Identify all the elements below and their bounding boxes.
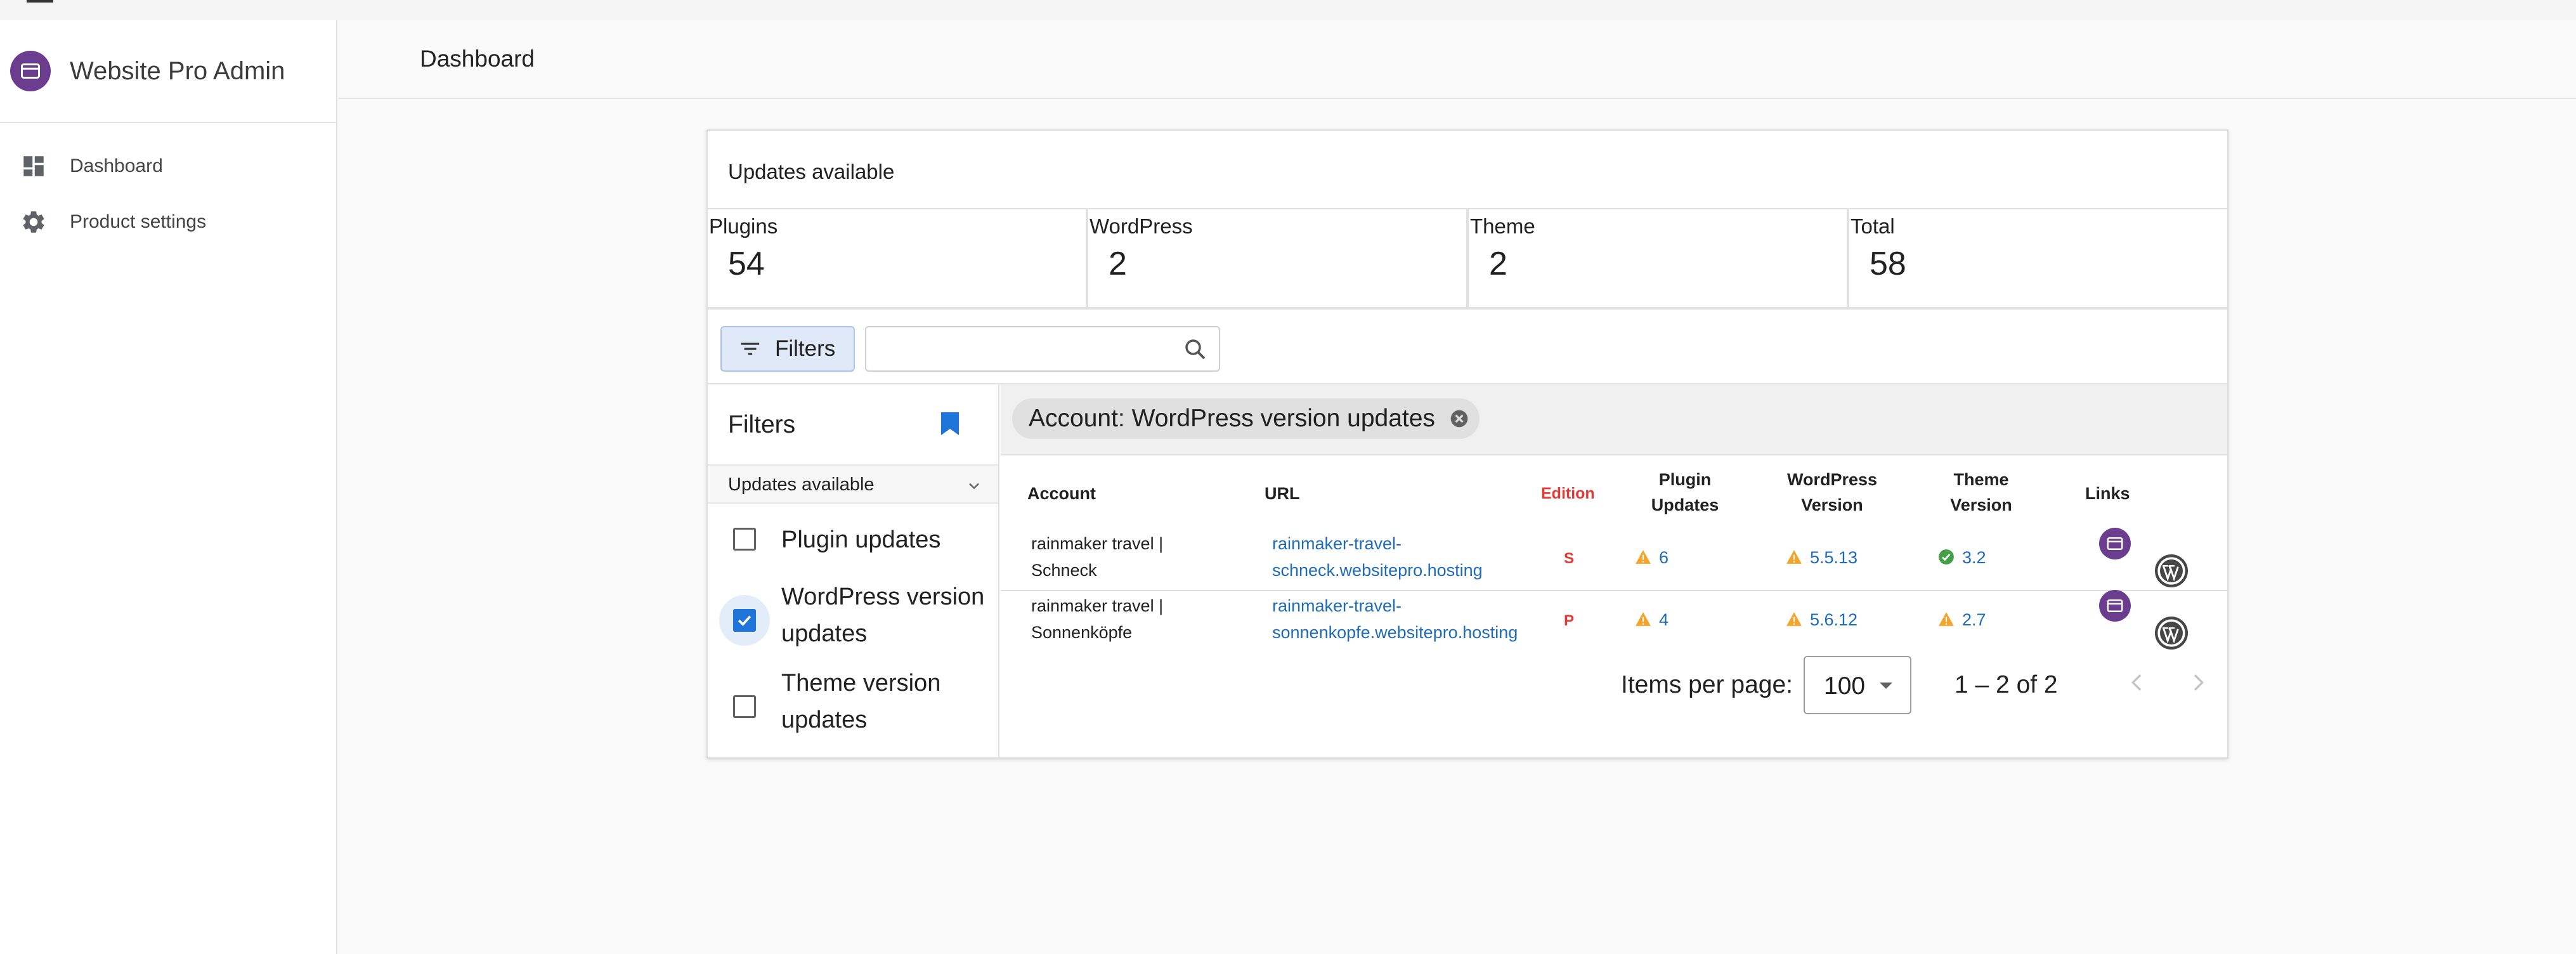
dropdown-caret-icon	[1880, 683, 1892, 689]
items-per-page-label: Items per page:	[1621, 671, 1793, 698]
cell-account: rainmaker travel | Sonnenköpfe	[1031, 596, 1164, 642]
cell-theme-version[interactable]: 3.2	[1938, 544, 1986, 571]
warning-icon	[1636, 612, 1651, 626]
stat-label: Theme	[1470, 214, 1535, 238]
checkbox[interactable]	[733, 695, 756, 718]
page-title: Dashboard	[420, 46, 535, 72]
wordpress-link-icon[interactable]	[2155, 554, 2188, 587]
filter-icon	[741, 343, 760, 355]
website-pro-link-icon[interactable]	[2099, 590, 2131, 622]
theme-version-value: 3.2	[1962, 548, 1986, 567]
brand: Website Pro Admin	[0, 20, 336, 123]
cell-plugin-updates[interactable]: 6	[1635, 544, 1669, 571]
warning-icon	[1786, 612, 1802, 626]
cell-wordpress-version[interactable]: 5.5.13	[1786, 544, 1857, 571]
filter-section-header[interactable]: Updates available	[708, 464, 998, 504]
chevron-down-icon	[969, 483, 979, 490]
stat-label: Plugins	[709, 214, 778, 238]
wordpress-link-icon[interactable]	[2155, 617, 2188, 650]
card-title: Updates available	[728, 160, 895, 183]
column-header-account[interactable]: Account	[1027, 481, 1096, 506]
stat-wordpress: WordPress 2	[1088, 209, 1469, 307]
cell-account: rainmaker travel | Schneck	[1031, 534, 1164, 580]
cell-edition: P	[1564, 612, 1575, 629]
gear-icon	[23, 211, 44, 233]
cell-edition: S	[1564, 550, 1575, 567]
plugin-updates-value: 6	[1659, 548, 1669, 567]
filter-panel: Filters Updates available Plugin updates…	[708, 384, 999, 757]
bookmark-icon[interactable]	[940, 411, 960, 436]
column-header-url[interactable]: URL	[1265, 481, 1300, 506]
checkbox-checked[interactable]	[733, 609, 756, 632]
filter-option-plugin-updates[interactable]: Plugin updates	[708, 518, 998, 562]
filter-chip-label: Account: WordPress version updates	[1029, 405, 1435, 432]
cell-theme-version[interactable]: 2.7	[1938, 606, 1986, 633]
items-per-page-value: 100	[1824, 672, 1866, 700]
column-header-theme-version[interactable]: Theme Version	[1949, 467, 2013, 518]
filter-option-theme-version-updates[interactable]: Theme version updates	[708, 661, 998, 740]
stat-total: Total 58	[1849, 209, 2227, 307]
filter-option-label: Theme version updates	[781, 670, 941, 733]
page-header: Dashboard	[339, 20, 2576, 99]
sidebar-nav: Dashboard Product settings	[0, 138, 336, 250]
toolbar: Filters	[708, 311, 2227, 384]
check-icon	[738, 615, 751, 626]
wordpress-version-value: 5.6.12	[1810, 610, 1858, 629]
search-icon[interactable]	[1182, 336, 1209, 363]
active-filters-row: Account: WordPress version updates	[1001, 384, 2227, 455]
filters-button-label: Filters	[775, 336, 836, 361]
sidebar-item-label: Dashboard	[70, 155, 163, 176]
cell-url-link[interactable]: rainmaker-travel-schneck.websitepro.host…	[1272, 530, 1513, 584]
stat-plugins: Plugins 54	[708, 209, 1088, 307]
app-title: Website Pro Admin	[70, 56, 285, 85]
next-page-icon[interactable]	[2185, 670, 2211, 695]
checkbox[interactable]	[733, 528, 756, 551]
sidebar-item-label: Product settings	[70, 211, 207, 232]
website-pro-logo-icon	[10, 51, 51, 91]
website-pro-link-icon[interactable]	[2099, 528, 2131, 559]
filter-option-label: Plugin updates	[781, 526, 941, 553]
warning-icon	[1786, 550, 1802, 564]
filter-section-label: Updates available	[728, 474, 875, 495]
close-icon[interactable]	[1449, 408, 1469, 429]
stat-theme: Theme 2	[1469, 209, 1849, 307]
warning-icon	[1939, 612, 1954, 626]
sidebar-item-product-settings[interactable]: Product settings	[0, 194, 336, 250]
column-header-links: Links	[2085, 484, 2130, 503]
sidebar: Website Pro Admin Dashboard Product sett…	[0, 20, 337, 954]
column-header-wordpress-version[interactable]: WordPress Version	[1785, 467, 1880, 518]
plugin-updates-value: 4	[1659, 610, 1669, 629]
sidebar-item-dashboard[interactable]: Dashboard	[0, 138, 336, 194]
filter-chip[interactable]: Account: WordPress version updates	[1012, 398, 1480, 439]
search-input[interactable]	[865, 326, 1220, 372]
theme-version-value: 2.7	[1962, 610, 1986, 629]
cell-plugin-updates[interactable]: 4	[1635, 606, 1669, 633]
stat-label: WordPress	[1090, 214, 1193, 238]
stat-value: 2	[1109, 245, 1127, 282]
top-bar	[0, 0, 2576, 20]
dashboard-icon	[23, 156, 44, 176]
column-header-plugin-updates[interactable]: Plugin Updates	[1644, 467, 1726, 518]
filter-option-label: WordPress version updates	[781, 584, 985, 647]
stat-label: Total	[1851, 214, 1895, 238]
previous-page-icon[interactable]	[2124, 670, 2150, 695]
cell-wordpress-version[interactable]: 5.6.12	[1786, 606, 1857, 633]
stat-value: 58	[1870, 245, 1906, 282]
filter-panel-title: Filters	[728, 411, 796, 438]
updates-card: Updates available Plugins 54 WordPress 2…	[706, 129, 2228, 759]
pagination-range: 1 – 2 of 2	[1955, 671, 2058, 698]
items-per-page-select[interactable]: 100	[1804, 656, 1911, 714]
menu-icon[interactable]	[27, 0, 53, 3]
warning-icon	[1636, 550, 1651, 564]
check-circle-icon	[1939, 549, 1954, 565]
column-header-edition[interactable]: Edition	[1541, 481, 1595, 506]
stats-row: Plugins 54 WordPress 2 Theme 2 Total 58	[708, 208, 2227, 310]
filter-option-wordpress-version-updates[interactable]: WordPress version updates	[708, 575, 998, 653]
cell-url-link[interactable]: rainmaker-travel-sonnenkopfe.websitepro.…	[1272, 592, 1538, 646]
stat-value: 2	[1489, 245, 1507, 282]
wordpress-version-value: 5.5.13	[1810, 548, 1858, 567]
filters-button[interactable]: Filters	[720, 326, 855, 372]
row-divider	[1001, 590, 2227, 591]
stat-value: 54	[728, 245, 765, 282]
